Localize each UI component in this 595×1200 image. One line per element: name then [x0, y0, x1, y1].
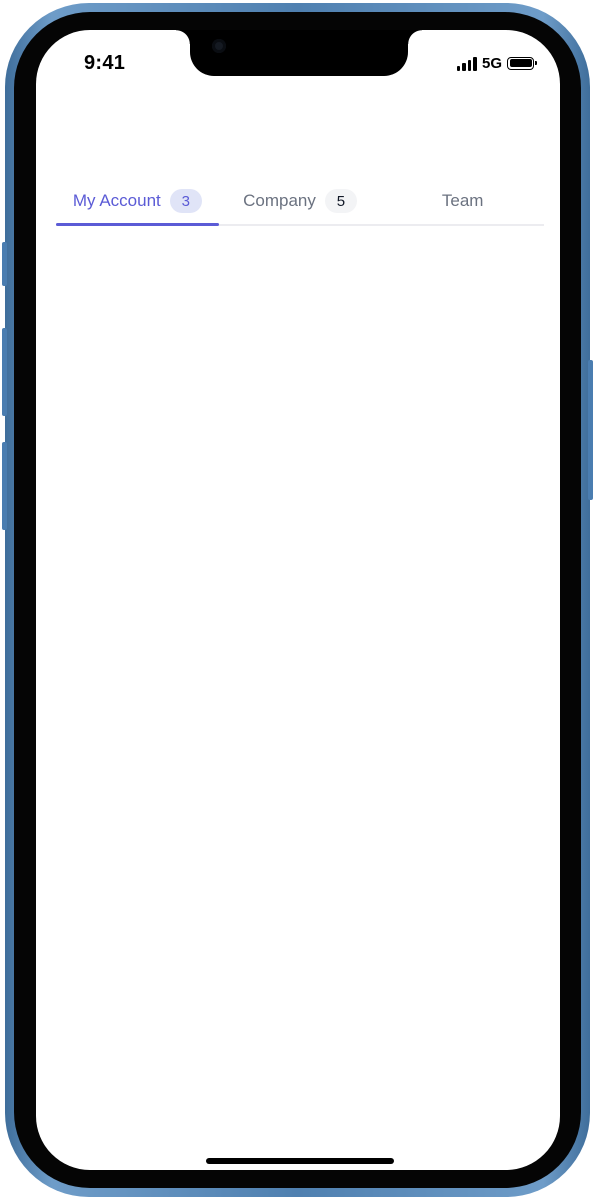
tab-team[interactable]: Team [381, 178, 544, 224]
volume-up-button [2, 328, 7, 416]
network-type-label: 5G [481, 54, 502, 72]
notch [176, 30, 422, 76]
home-indicator[interactable] [206, 1158, 394, 1164]
status-time: 9:41 [84, 52, 126, 74]
tab-label: Team [441, 191, 484, 210]
volume-down-button [2, 442, 7, 530]
tab-label: My Account [72, 191, 161, 210]
cellular-signal-icon [456, 56, 477, 71]
tab-label: Company [243, 191, 316, 210]
tab-bar: My Account 3 Company 5 Team [56, 178, 544, 226]
phone-screen: 9:41 5G My Account 3 Company 5 Team [36, 30, 560, 1170]
tab-count-badge: 5 [324, 189, 357, 213]
tab-company[interactable]: Company 5 [219, 178, 382, 224]
action-button [2, 242, 7, 286]
status-icons: 5G [456, 54, 538, 72]
battery-icon [507, 56, 537, 70]
tab-my-account[interactable]: My Account 3 [56, 178, 219, 226]
power-button [588, 360, 593, 500]
front-camera-icon [212, 39, 226, 53]
tab-count-badge: 3 [169, 189, 202, 213]
